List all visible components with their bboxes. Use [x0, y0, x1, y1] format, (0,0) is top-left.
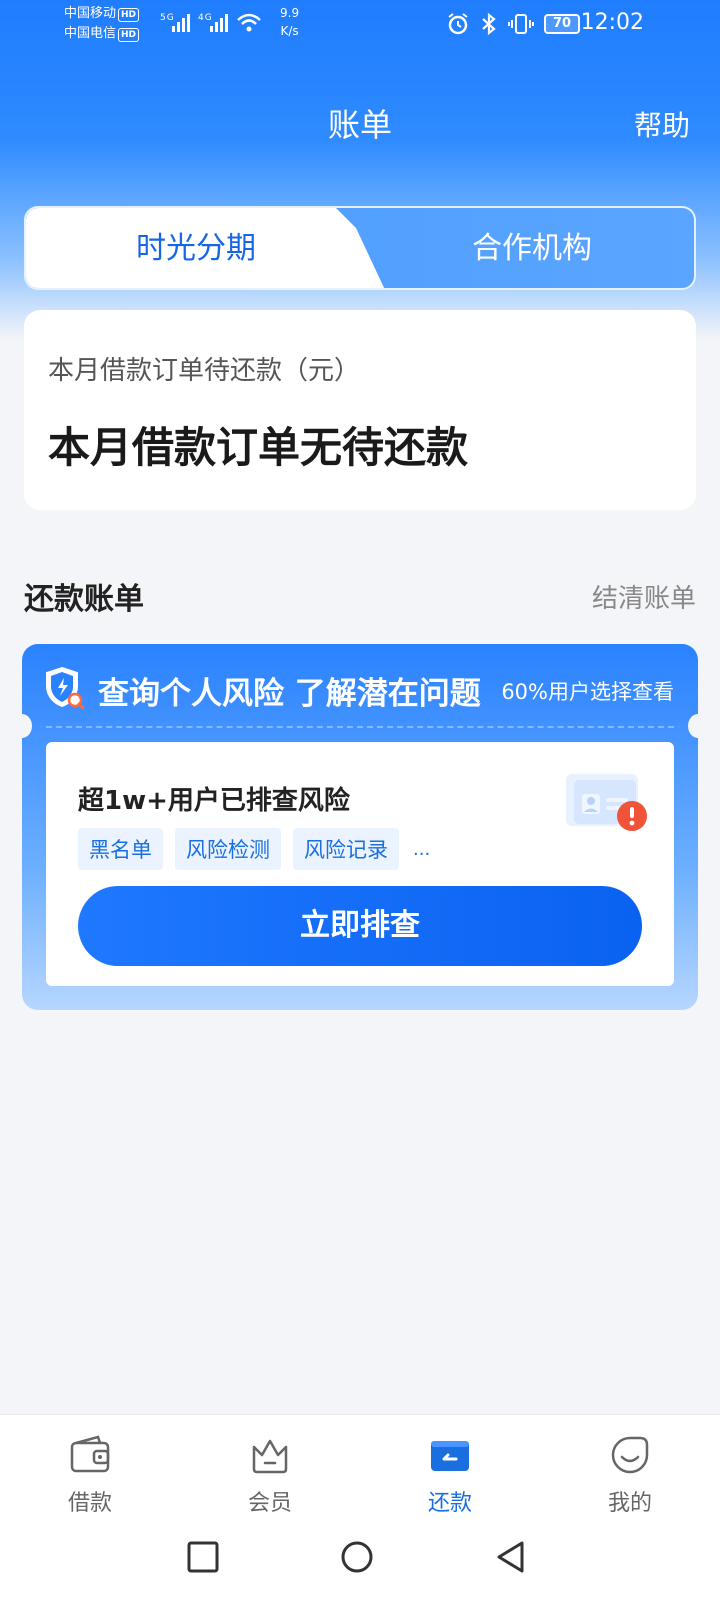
risk-tags: 黑名单 风险检测 风险记录 ... — [78, 828, 430, 870]
nav-label: 我的 — [607, 1491, 652, 1516]
hd-badge: HD — [118, 28, 140, 42]
bill-value: 本月借款订单无待还款 — [48, 423, 469, 472]
speed-unit: K/s — [280, 24, 299, 38]
network-speed: 9.9 K/s — [280, 4, 299, 40]
risk-check-panel: 超1w+用户已排查风险 黑名单 风险检测 风险记录 ... 立即排查 — [46, 742, 674, 986]
home-icon[interactable] — [340, 1540, 374, 1574]
bill-summary-card: 本月借款订单待还款（元） 本月借款订单无待还款 — [24, 310, 696, 510]
ticket-notch — [12, 714, 32, 738]
check-now-button[interactable]: 立即排查 — [78, 886, 642, 966]
vibrate-icon — [508, 14, 534, 34]
signal-icon: 5G 4G — [160, 10, 270, 38]
tab-hezuo-jigou[interactable]: 合作机构 — [366, 208, 694, 288]
help-button[interactable]: 帮助 — [634, 104, 690, 144]
tag-risk-record: 风险记录 — [293, 828, 399, 870]
svg-text:5G: 5G — [160, 13, 175, 23]
nav-label: 还款 — [427, 1491, 472, 1516]
risk-check-card: 查询个人风险 了解潜在问题 60%用户选择查看 超1w+用户已排查风险 黑名单 … — [12, 644, 708, 1010]
promo-subtitle: 60%用户选择查看 — [501, 680, 674, 704]
bill-label: 本月借款订单待还款（元） — [48, 356, 361, 386]
carrier-info: 中国移动 HD 中国电信 HD — [64, 4, 140, 44]
id-card-warning-icon — [566, 774, 647, 831]
promo-title: 查询个人风险 了解潜在问题 — [98, 676, 481, 712]
status-time: 12:02 — [580, 10, 644, 35]
ticket-notch — [688, 714, 708, 738]
divider — [46, 726, 674, 728]
tag-risk-detection: 风险检测 — [175, 828, 281, 870]
header-background — [0, 0, 720, 360]
risk-check-headline: 超1w+用户已排查风险 — [78, 786, 350, 816]
tag-more: ... — [413, 838, 431, 860]
back-icon[interactable] — [494, 1540, 528, 1574]
page-title: 账单 — [327, 106, 392, 144]
nav-item-member[interactable]: 会员 — [180, 1415, 360, 1521]
alarm-icon — [448, 13, 468, 35]
settled-bills-link[interactable]: 结清账单 — [592, 578, 696, 615]
repay-icon — [431, 1441, 469, 1471]
nav-item-mine[interactable]: 我的 — [540, 1415, 720, 1521]
carrier-1: 中国移动 — [64, 6, 117, 21]
carrier-2: 中国电信 — [64, 26, 117, 41]
wallet-icon — [70, 1435, 110, 1473]
tab-shiguang-fenqi[interactable]: 时光分期 — [26, 208, 366, 288]
tab-bar: 时光分期 合作机构 — [24, 206, 696, 290]
nav-item-borrow[interactable]: 借款 — [0, 1415, 180, 1521]
nav-item-repay[interactable]: 还款 — [360, 1415, 540, 1521]
shield-search-icon — [46, 666, 84, 710]
status-bar: 中国移动 HD 中国电信 HD 5G 4G 9.9 K/s 70 12:02 — [0, 0, 720, 50]
battery-level: 70 — [552, 16, 572, 31]
hd-badge: HD — [118, 8, 140, 22]
tag-blacklist: 黑名单 — [78, 828, 163, 870]
bottom-nav: 借款 会员 还款 我的 — [0, 1414, 720, 1520]
battery-icon: 70 — [544, 14, 580, 34]
nav-label: 借款 — [67, 1491, 112, 1516]
recent-apps-icon[interactable] — [186, 1540, 220, 1574]
system-nav-bar — [0, 1520, 720, 1600]
crown-icon — [252, 1439, 288, 1474]
bluetooth-icon — [482, 12, 496, 36]
nav-label: 会员 — [247, 1491, 292, 1516]
smile-icon — [611, 1436, 649, 1474]
speed-value: 9.9 — [280, 6, 300, 20]
svg-text:4G: 4G — [198, 13, 213, 23]
section-title: 还款账单 — [24, 582, 144, 617]
